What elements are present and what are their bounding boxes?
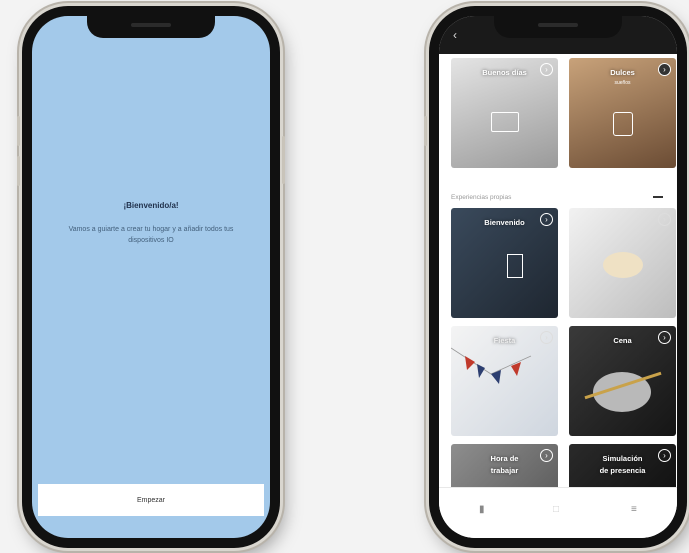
home-icon[interactable]: □ xyxy=(553,504,559,515)
lamp-icon xyxy=(613,112,633,136)
chevron-right-icon: › xyxy=(658,63,671,76)
chevron-right-icon: › xyxy=(540,63,553,76)
tile-buenos-dias[interactable]: Buenos días › xyxy=(451,58,558,168)
collapse-icon[interactable] xyxy=(653,196,663,198)
bed-icon xyxy=(491,112,519,132)
chevron-right-icon: › xyxy=(540,449,553,462)
device-icon[interactable]: ▮ xyxy=(479,504,485,515)
tile-label-line2: de presencia xyxy=(599,466,646,475)
tile-fiesta[interactable]: Fiesta › xyxy=(451,326,558,436)
volume-button xyxy=(424,116,427,146)
chevron-right-icon: › xyxy=(658,213,671,226)
welcome-message: Vamos a guiarte a crear tu hogar y a aña… xyxy=(68,226,234,244)
back-arrow-icon[interactable]: ‹ xyxy=(453,28,457,42)
chevron-right-icon: › xyxy=(540,213,553,226)
volume-button xyxy=(17,116,20,146)
door-icon xyxy=(507,254,523,278)
chevron-right-icon: › xyxy=(658,331,671,344)
tile-bienvenido[interactable]: Bienvenido › xyxy=(451,208,558,318)
notch xyxy=(494,16,622,38)
menu-icon[interactable]: ≡ xyxy=(631,504,637,515)
tile-popcorn[interactable]: › xyxy=(569,208,676,318)
power-button xyxy=(282,136,285,184)
bottom-navigation: ▮ □ ≡ xyxy=(439,487,677,538)
section-title: Experiencias propias xyxy=(451,194,512,201)
phone-left: ¡Bienvenido/a! Vamos a guiarte a crear t… xyxy=(17,6,285,548)
start-button[interactable]: Empezar xyxy=(38,484,264,516)
welcome-screen: ¡Bienvenido/a! Vamos a guiarte a crear t… xyxy=(32,16,270,538)
welcome-title: ¡Bienvenido/a! xyxy=(123,201,179,210)
tile-sublabel: sueños xyxy=(614,80,631,86)
notch xyxy=(87,16,215,38)
tile-label-line2: trabajar xyxy=(490,466,519,475)
tile-dulces-suenos[interactable]: Dulces sueños › xyxy=(569,58,676,168)
volume-button xyxy=(17,156,20,186)
phone-right: ‹ Buenos días › Dulces sueños › Experien… xyxy=(424,6,687,548)
popcorn-bowl xyxy=(603,252,643,278)
chevron-right-icon: › xyxy=(658,449,671,462)
experiences-screen: ‹ Buenos días › Dulces sueños › Experien… xyxy=(439,16,677,538)
tile-cena[interactable]: Cena › xyxy=(569,326,676,436)
bunting-flags xyxy=(451,347,532,384)
